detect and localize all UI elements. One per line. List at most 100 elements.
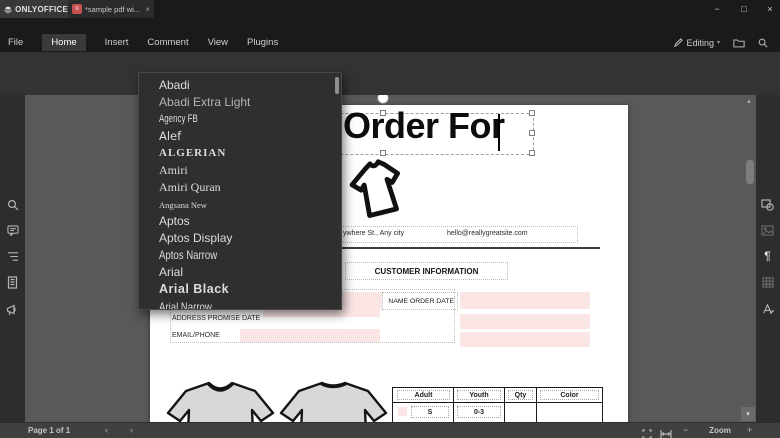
fit-width-icon [660,429,672,438]
search-icon[interactable] [758,38,768,48]
panel-comments-button[interactable] [6,224,19,237]
size-table[interactable]: Adult Youth Qty Color S 0-3 [392,387,603,422]
menu-plugins[interactable]: Plugins [247,37,278,48]
resize-handle[interactable] [529,110,535,116]
font-option[interactable]: Amiri Quran [159,179,221,196]
font-dropdown[interactable]: Abadi Abadi Extra Light Agency FB Alef A… [138,72,342,310]
textart-icon [762,303,774,315]
feedback-megaphone-icon [6,304,19,316]
font-option[interactable]: Alef [159,128,181,145]
tshirt-logo[interactable] [341,151,419,231]
tab-close-icon[interactable]: × [145,5,150,14]
form-field[interactable] [460,314,590,329]
name-orderdate-label[interactable]: NAME ORDER DATE [382,292,458,310]
font-option[interactable]: Angsana New [159,197,207,214]
text-cursor [498,114,500,151]
fit-width-button[interactable] [660,426,672,438]
page-indicator: Page 1 of 1 [28,423,70,438]
fit-page-icon [642,429,652,438]
zoom-in-button[interactable]: + [747,423,752,438]
panel-feedback-button[interactable] [6,303,19,316]
table-settings-button [761,276,774,289]
table-grid-line [504,388,505,422]
font-option[interactable]: Abadi [159,77,190,94]
pdf-file-icon: ≡ [72,4,82,14]
menubar: File Home Insert Comment View Plugins Ed… [0,33,780,52]
panel-thumbnails-button[interactable] [6,276,19,289]
table-icon [762,277,774,288]
font-option[interactable]: Abadi Extra Light [159,94,250,111]
maximize-button[interactable]: □ [733,0,755,18]
open-file-location-icon[interactable] [733,38,745,48]
minimize-button[interactable]: − [706,0,728,18]
comment-icon [7,225,19,236]
table-cell-size-s[interactable]: S [411,406,449,418]
menu-insert[interactable]: Insert [105,37,129,48]
menu-comment[interactable]: Comment [147,37,188,48]
page-thumbnails-icon [7,276,18,289]
form-field[interactable] [340,292,382,309]
fit-page-button[interactable] [642,426,652,438]
zoom-out-button[interactable]: − [683,423,688,438]
font-option[interactable]: Agency FB [159,111,198,128]
form-field[interactable] [460,332,590,347]
document-canvas[interactable]: Order For ywhere St., Any city hello@rea… [25,95,756,422]
statusbar: Page 1 of 1 ‹ › − Zoom 100% + [0,422,780,438]
font-option[interactable]: Arial Black [159,281,229,298]
customer-info-title[interactable]: CUSTOMER INFORMATION [345,262,508,280]
font-option[interactable]: Aptos Display [159,230,232,247]
shape-settings-button[interactable] [761,198,774,211]
close-button[interactable]: × [759,0,780,18]
email-phone-label: EMAIL/PHONE [172,332,220,339]
textart-settings-button[interactable] [761,302,774,315]
quick-access-bar: ··· sample pdf with img.pdf M [0,18,780,33]
font-option[interactable]: Aptos [159,213,190,230]
table-grid-line [536,388,537,422]
document-tab[interactable]: ≡ *sample pdf wi... × [68,0,154,18]
chevron-down-icon: ▾ [717,39,720,46]
left-sidebar [0,95,25,422]
font-option[interactable]: Aptos Narrow [159,247,217,264]
scroll-up-icon[interactable]: ▴ [743,96,755,106]
table-cell-youth-0-3[interactable]: 0-3 [457,406,501,418]
headings-icon [7,251,19,262]
onlyoffice-logo-icon [4,4,12,15]
editing-mode-label: Editing [686,38,714,48]
pencil-icon [674,38,683,47]
table-header-qty: Qty [508,390,533,400]
prev-page-button[interactable]: ‹ [105,423,108,438]
editing-mode-selector[interactable]: Editing ▾ [674,38,720,48]
resize-handle[interactable] [380,110,386,116]
menu-home[interactable]: Home [42,34,85,51]
font-option[interactable]: Amiri [159,162,188,179]
table-grid-line [453,388,454,422]
panel-search-button[interactable] [6,198,19,211]
zoom-level: Zoom 100% [698,423,742,438]
table-header-color: Color [540,390,599,400]
form-field[interactable] [240,329,380,342]
dropdown-scrollbar[interactable] [335,77,339,94]
scroll-down-button[interactable]: ▾ [741,407,755,421]
menu-file[interactable]: File [8,37,23,48]
app-logo: ONLYOFFICE [0,0,68,18]
app-window: ONLYOFFICE ≡ *sample pdf wi... × − □ × ·… [0,0,780,438]
order-heading[interactable]: Order For [343,105,505,147]
image-settings-icon [761,225,774,236]
font-option[interactable]: Arial Narrow [159,299,212,310]
size-color-swatch[interactable] [398,407,407,416]
rotate-handle[interactable] [377,95,389,104]
table-header-youth: Youth [457,390,501,400]
resize-handle[interactable] [529,150,535,156]
form-field[interactable] [460,292,590,309]
vertical-scrollbar[interactable] [746,160,754,184]
tab-label: *sample pdf wi... [85,5,142,14]
menu-view[interactable]: View [208,37,228,48]
resize-handle[interactable] [529,130,535,136]
font-option[interactable]: ALGERIAN [159,145,226,162]
panel-headings-button[interactable] [6,250,19,263]
paragraph-settings-button[interactable]: ¶ [761,249,774,262]
address-promise-label: ADDRESS PROMISE DATE [172,315,260,322]
font-option[interactable]: Arial [159,264,183,281]
table-grid-line [393,402,602,403]
next-page-button[interactable]: › [130,423,133,438]
